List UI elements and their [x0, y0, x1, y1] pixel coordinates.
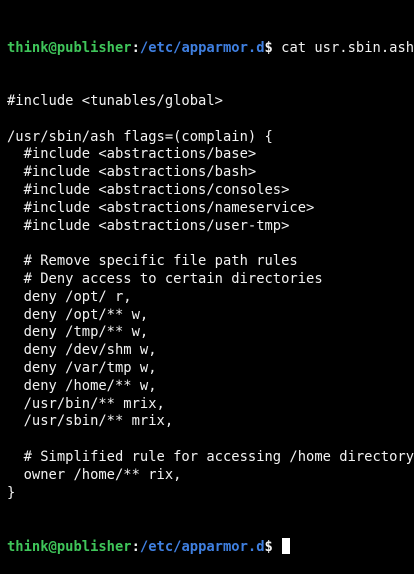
output-line: #include <abstractions/nameservice>: [7, 199, 315, 216]
terminal-window[interactable]: think@publisher:/etc/apparmor.d$ cat usr…: [0, 0, 414, 555]
output-line: #include <abstractions/base>: [7, 146, 257, 163]
command-prompt-line: think@publisher:/etc/apparmor.d$ cat usr…: [7, 40, 414, 58]
output-line: deny /var/tmp w,: [7, 359, 157, 376]
output-line: deny /tmp/** w,: [7, 324, 149, 341]
command-text: cat usr.sbin.ash: [272, 39, 414, 56]
output-line: # Deny access to certain directories: [7, 270, 323, 287]
final-prompt-separator: :: [131, 538, 140, 555]
prompt-separator: :: [131, 39, 140, 56]
command-output: #include <tunables/global> /usr/sbin/ash …: [7, 93, 414, 502]
output-line: #include <abstractions/bash>: [7, 164, 257, 181]
final-prompt-symbol: $: [264, 538, 273, 555]
output-line: /usr/sbin/ash flags=(complain) {: [7, 128, 273, 145]
output-line: # Remove specific file path rules: [7, 253, 298, 270]
final-prompt-line[interactable]: think@publisher:/etc/apparmor.d$: [7, 537, 414, 556]
output-line: deny /opt/ r,: [7, 288, 132, 305]
output-line: deny /dev/shm w,: [7, 342, 157, 359]
final-prompt-user-host: think@publisher: [7, 538, 132, 555]
output-line: owner /home/** rix,: [7, 466, 182, 483]
output-line: #include <abstractions/user-tmp>: [7, 217, 290, 234]
final-command-text: [273, 539, 281, 555]
output-line: deny /opt/** w,: [7, 306, 149, 323]
output-line: #include <tunables/global>: [7, 92, 223, 109]
prompt-path: /etc/apparmor.d: [139, 39, 265, 56]
output-line: /usr/bin/** mrix,: [7, 395, 165, 412]
final-prompt-path: /etc/apparmor.d: [139, 538, 265, 555]
prompt-symbol: $: [264, 39, 273, 56]
text-cursor[interactable]: [282, 537, 291, 554]
output-line: deny /home/** w,: [7, 377, 157, 394]
output-line: #include <abstractions/consoles>: [7, 181, 290, 198]
output-line: /usr/sbin/** mrix,: [7, 413, 174, 430]
output-line: # Simplified rule for accessing /home di…: [7, 448, 414, 465]
prompt-user-host: think@publisher: [7, 39, 132, 56]
output-line: }: [7, 484, 16, 501]
